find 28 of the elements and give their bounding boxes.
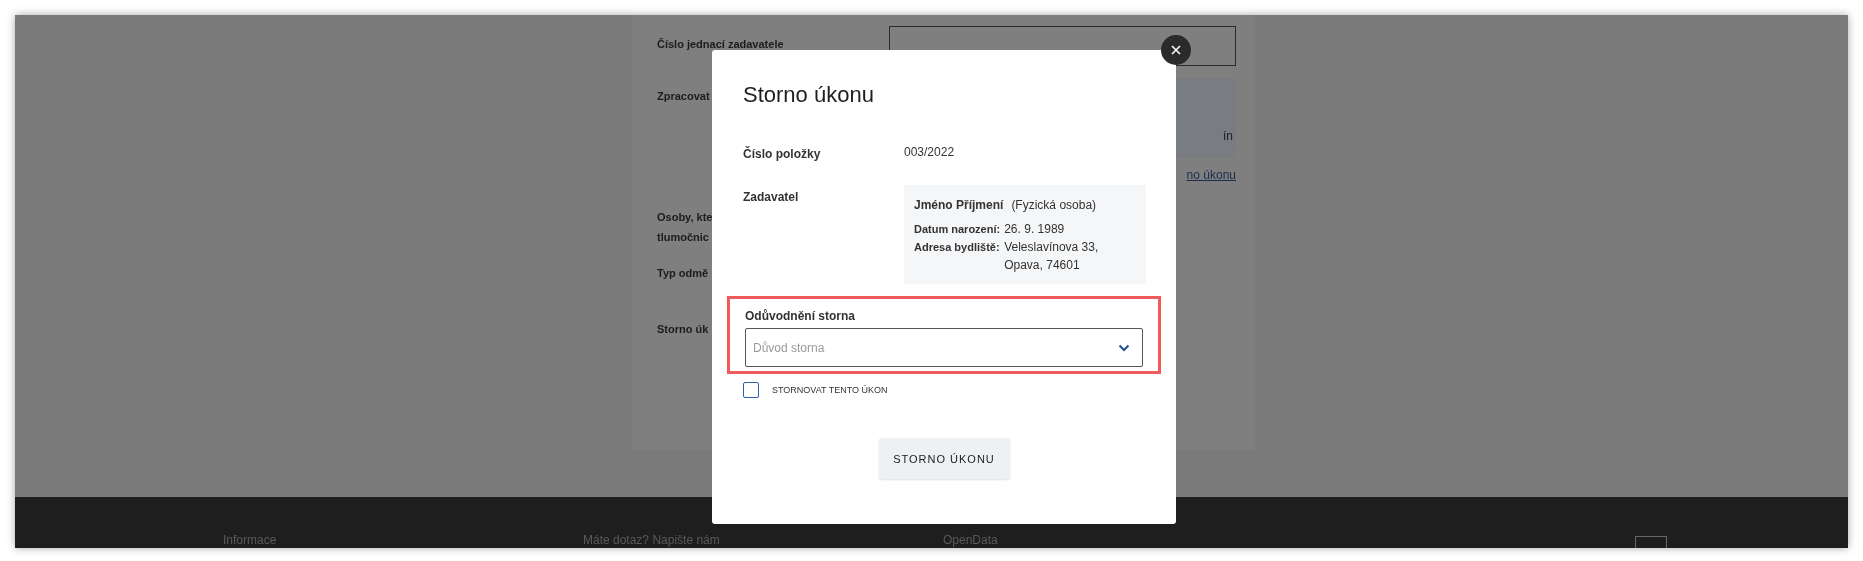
detail-value: 26. 9. 1989	[1004, 221, 1066, 238]
field-label: Číslo položky	[743, 145, 822, 161]
field-label: Číslo jednací zadavatele	[657, 37, 784, 52]
footer-link[interactable]: Informace	[223, 533, 277, 547]
detail-value: Veleslavínova 33, Opava, 74601	[1004, 239, 1100, 274]
close-icon	[1171, 45, 1181, 55]
footer-link[interactable]: Máte dotaz? Napište nám	[583, 533, 720, 547]
checkbox-label: STORNOVAT TENTO ÚKON	[772, 385, 888, 395]
field-label: Zpracovat	[657, 89, 710, 104]
checkbox[interactable]	[743, 382, 759, 398]
reason-dropdown[interactable]: Důvod storna	[745, 328, 1143, 367]
cancel-action-button[interactable]: STORNO ÚKONU	[878, 438, 1010, 479]
person-type: (Fyzická osoba)	[1011, 198, 1097, 212]
field-value: 003/2022	[904, 145, 956, 159]
chevron-down-icon	[1118, 343, 1130, 352]
link[interactable]: no úkonu	[1186, 168, 1236, 182]
footer-link[interactable]: OpenData	[943, 533, 998, 547]
detail-label: Datum narození:	[914, 222, 1001, 237]
field-label: Typ odmě	[657, 266, 709, 281]
detail-label: Adresa bydliště:	[914, 240, 1001, 255]
field-label: Odůvodnění storna	[745, 309, 856, 323]
panel-text: ín	[1223, 129, 1233, 143]
field-label: Osoby, kte tlumočnic	[657, 210, 713, 245]
dialog-title: Storno úkonu	[743, 81, 875, 109]
placeholder: Důvod storna	[753, 340, 825, 355]
field-label: Zadavatel	[743, 189, 800, 204]
person-name: Jméno Příjmení	[914, 198, 1004, 212]
field-label: Storno úk	[657, 322, 709, 337]
